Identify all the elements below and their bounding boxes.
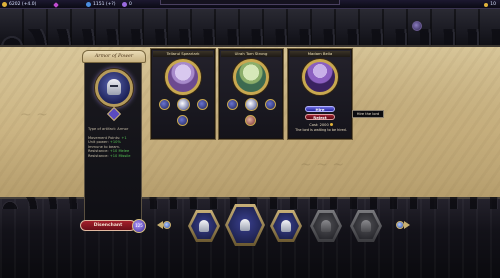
scroll-right-icon[interactable] bbox=[394, 219, 410, 231]
helm-skill-icon[interactable] bbox=[245, 98, 258, 111]
lord-name: Tellarul Spearlark bbox=[153, 51, 213, 57]
mana-counter: 1151 (+?) bbox=[86, 1, 116, 8]
lord-card[interactable]: Tellarul Spearlark bbox=[150, 48, 216, 140]
waiting-text: The lord is waiting to be hired. bbox=[295, 128, 347, 132]
artifact-gem-icon bbox=[106, 106, 122, 122]
stat-row: Resistance: +10 Missile bbox=[88, 153, 131, 158]
artifact-banner: Armor of Power bbox=[82, 50, 146, 63]
menu-orb-icon[interactable] bbox=[412, 21, 422, 31]
hire-button[interactable]: Hire bbox=[305, 106, 335, 112]
lord-name: Madam Bella bbox=[290, 51, 350, 57]
lord-portrait[interactable] bbox=[302, 59, 338, 95]
lock-icon bbox=[321, 220, 331, 232]
lord-card-selected[interactable]: Madam Bella Hire Reject Cost: 2000 The l… bbox=[287, 48, 353, 140]
lock-icon bbox=[361, 220, 371, 232]
skill-icon[interactable] bbox=[227, 99, 238, 110]
lord-portrait[interactable] bbox=[165, 59, 201, 95]
skill-icon[interactable] bbox=[177, 115, 188, 126]
artifact-medallion[interactable] bbox=[95, 69, 133, 107]
gem-icon bbox=[53, 1, 59, 8]
hire-tooltip: Hire the lord bbox=[352, 110, 384, 118]
gold-coin-icon bbox=[2, 2, 7, 7]
lord-card[interactable]: Ulrah Tom Strong bbox=[218, 48, 284, 140]
gem-counter bbox=[53, 1, 59, 8]
scroll-left-icon[interactable] bbox=[157, 219, 173, 231]
skill-icon[interactable] bbox=[159, 99, 170, 110]
turn-counter: 10 bbox=[484, 1, 496, 8]
crown-icon bbox=[122, 2, 127, 7]
helm-icon bbox=[107, 79, 121, 95]
mana-icon bbox=[86, 2, 91, 7]
lord-name: Ulrah Tom Strong bbox=[221, 51, 281, 57]
skill-icon[interactable] bbox=[245, 115, 256, 126]
gold-counter: 6202 (+4.0) bbox=[2, 1, 36, 8]
hire-cost: Cost: 2000 bbox=[288, 123, 354, 127]
helm-skill-icon[interactable] bbox=[177, 98, 190, 111]
top-ornament bbox=[160, 0, 340, 5]
artifact-info: Type of artifact: Armor Movement Points:… bbox=[88, 127, 142, 159]
helm-icon bbox=[281, 220, 291, 232]
skill-icon[interactable] bbox=[197, 99, 208, 110]
skill-icon[interactable] bbox=[265, 99, 276, 110]
gothic-frieze bbox=[0, 9, 500, 47]
helm-icon bbox=[199, 220, 209, 232]
crown-counter: 0 bbox=[122, 1, 132, 8]
disenchant-value-orb: 125 bbox=[132, 219, 146, 233]
lord-portrait[interactable] bbox=[233, 59, 269, 95]
gold-coin-icon bbox=[329, 123, 333, 126]
artifact-panel: Armor of Power Type of artifact: Armor M… bbox=[82, 50, 146, 228]
helm-icon bbox=[240, 219, 250, 231]
reject-button[interactable]: Reject bbox=[305, 114, 335, 120]
resource-bar: 6202 (+4.0) 1151 (+?) 0 10 bbox=[0, 0, 500, 9]
disenchant-button[interactable]: Disenchant bbox=[80, 220, 136, 231]
gold-coin-icon bbox=[484, 2, 489, 7]
